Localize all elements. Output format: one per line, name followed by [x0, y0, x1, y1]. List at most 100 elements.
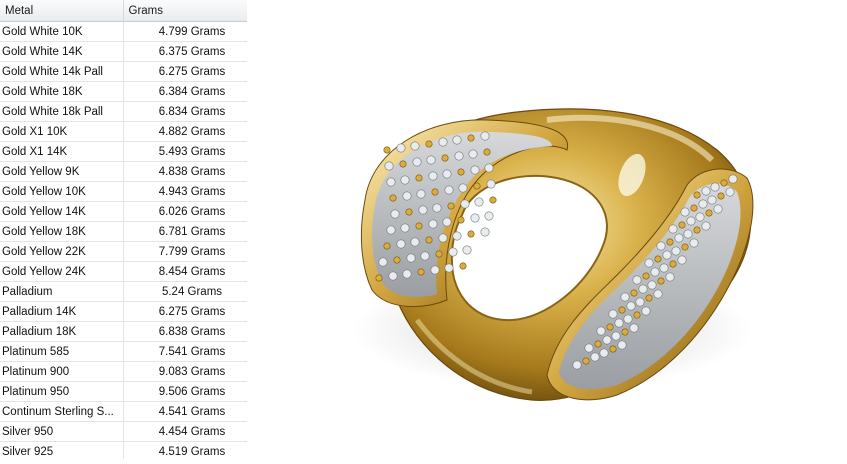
gold-bead	[654, 255, 662, 263]
metal-cell: Continum Sterling S...	[0, 401, 124, 422]
diamond-stone	[668, 224, 678, 234]
diamond-stone	[458, 183, 468, 193]
gold-bead	[383, 146, 391, 154]
diamond-stone	[707, 195, 717, 205]
diamond-stone	[462, 245, 472, 255]
diamond-stone	[396, 239, 406, 249]
table-row[interactable]: Gold White 18K 6.384 Grams	[0, 81, 247, 102]
table-row[interactable]: Gold Yellow 22K 7.799 Grams	[0, 241, 247, 262]
gold-bead	[435, 250, 443, 258]
table-row[interactable]: Gold Yellow 18K 6.781 Grams	[0, 221, 247, 242]
table-row[interactable]: Platinum 950 9.506 Grams	[0, 381, 247, 402]
diamond-stone	[402, 269, 412, 279]
diamond-stone	[474, 197, 484, 207]
diamond-stone	[689, 238, 699, 248]
grams-cell: 6.781 Grams	[123, 221, 247, 242]
grams-cell: 4.454 Grams	[123, 421, 247, 442]
grams-cell: 6.275 Grams	[123, 61, 247, 82]
table-row[interactable]: Continum Sterling S... 4.541 Grams	[0, 401, 247, 422]
gold-bead	[642, 272, 650, 280]
table-row[interactable]: Gold Yellow 14K 6.026 Grams	[0, 201, 247, 222]
table-row[interactable]: Palladium 14K 6.275 Grams	[0, 301, 247, 322]
diamond-stone	[470, 165, 480, 175]
table-row[interactable]: Platinum 585 7.541 Grams	[0, 341, 247, 362]
column-header-metal[interactable]: Metal	[0, 0, 124, 22]
table-row[interactable]: Platinum 900 9.083 Grams	[0, 361, 247, 382]
grams-cell: 5.493 Grams	[123, 141, 247, 162]
diamond-stone	[442, 169, 452, 179]
diamond-stone	[444, 185, 454, 195]
gold-bead	[415, 222, 423, 230]
grams-cell: 6.275 Grams	[123, 301, 247, 322]
table-row[interactable]: Palladium 18K 6.838 Grams	[0, 321, 247, 342]
grams-cell: 6.026 Grams	[123, 201, 247, 222]
grams-cell: 9.506 Grams	[123, 381, 247, 402]
diamond-stone	[620, 292, 630, 302]
table-row[interactable]: Gold White 14k Pall 6.275 Grams	[0, 61, 247, 82]
metal-cell: Gold Yellow 24K	[0, 261, 124, 282]
table-row[interactable]: Silver 950 4.454 Grams	[0, 421, 247, 442]
gold-bead	[669, 260, 677, 268]
diamond-stone	[617, 340, 627, 350]
grams-cell: 6.838 Grams	[123, 321, 247, 342]
gold-bead	[399, 160, 407, 168]
column-header-grams[interactable]: Grams	[123, 0, 247, 22]
diamond-stone	[418, 205, 428, 215]
diamond-stone	[623, 314, 633, 324]
diamond-stone	[438, 137, 448, 147]
gold-bead	[621, 328, 629, 336]
diamond-stone	[452, 231, 462, 241]
grams-cell: 4.799 Grams	[123, 21, 247, 42]
diamond-stone	[599, 348, 609, 358]
diamond-stone	[653, 289, 663, 299]
gold-bead	[457, 168, 465, 176]
gold-bead	[441, 154, 449, 162]
table-row[interactable]: Gold White 18k Pall 6.834 Grams	[0, 101, 247, 122]
diamond-stone	[448, 247, 458, 257]
grams-cell: 8.454 Grams	[123, 261, 247, 282]
diamond-stone	[416, 189, 426, 199]
gold-bead	[389, 194, 397, 202]
metal-weight-table-panel: Metal Grams Gold White 10K 4.799 Grams Gol…	[0, 0, 247, 459]
diamond-stone	[662, 250, 672, 260]
table-row[interactable]: Palladium 5.24 Grams	[0, 281, 247, 302]
metal-cell: Gold Yellow 9K	[0, 161, 124, 182]
table-row[interactable]: Gold Yellow 9K 4.838 Grams	[0, 161, 247, 182]
metal-cell: Gold X1 14K	[0, 141, 124, 162]
table-row[interactable]: Gold White 14K 6.375 Grams	[0, 41, 247, 62]
diamond-stone	[629, 323, 639, 333]
diamond-stone	[641, 306, 651, 316]
table-row[interactable]: Gold Yellow 24K 8.454 Grams	[0, 261, 247, 282]
diamond-stone	[396, 143, 406, 153]
table-row[interactable]: Gold X1 10K 4.882 Grams	[0, 121, 247, 142]
table-row[interactable]: Gold Yellow 10K 4.943 Grams	[0, 181, 247, 202]
diamond-stone	[410, 237, 420, 247]
diamond-stone	[584, 343, 594, 353]
gold-bead	[693, 226, 701, 234]
diamond-stone	[647, 280, 657, 290]
gold-bead	[705, 209, 713, 217]
gold-bead	[630, 289, 638, 297]
metal-cell: Gold White 14K	[0, 41, 124, 62]
gold-bead	[383, 242, 391, 250]
metal-cell: Gold X1 10K	[0, 121, 124, 142]
diamond-stone	[701, 221, 711, 231]
gold-bead	[405, 208, 413, 216]
diamond-stone	[590, 352, 600, 362]
diamond-stone	[406, 253, 416, 263]
diamond-stone	[420, 251, 430, 261]
gold-bead	[717, 192, 725, 200]
metal-cell: Palladium 18K	[0, 321, 124, 342]
diamond-stone	[644, 258, 654, 268]
diamond-stone	[686, 216, 696, 226]
diamond-stone	[454, 151, 464, 161]
gold-bead	[666, 238, 674, 246]
diamond-stone	[480, 131, 490, 141]
diamond-stone	[680, 207, 690, 217]
table-row[interactable]: Gold White 10K 4.799 Grams	[0, 21, 247, 42]
table-row[interactable]: Gold X1 14K 5.493 Grams	[0, 141, 247, 162]
metal-cell: Silver 925	[0, 441, 124, 459]
table-row[interactable]: Silver 925 4.519 Grams	[0, 441, 247, 459]
metal-cell: Gold Yellow 14K	[0, 201, 124, 222]
gold-bead	[606, 323, 614, 331]
